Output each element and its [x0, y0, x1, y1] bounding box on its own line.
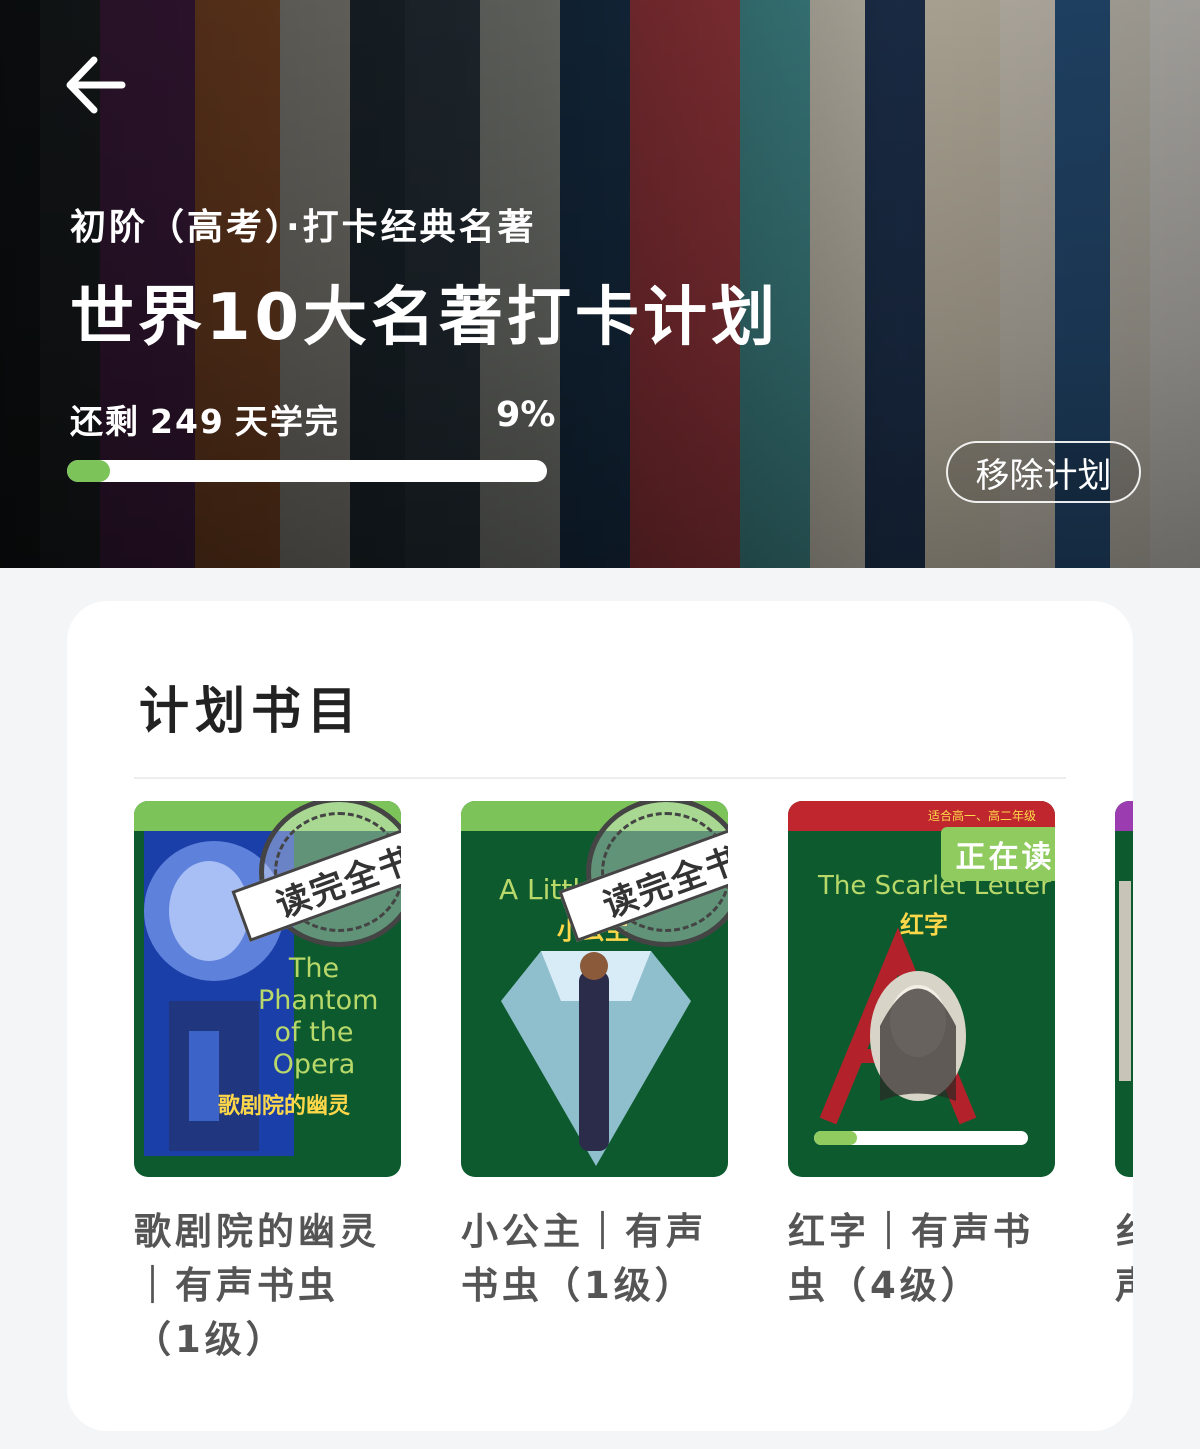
book-title[interactable]: 纟 声 [1115, 1205, 1133, 1313]
plan-title: 世界10大名著打卡计划 [70, 281, 780, 355]
plan-progress-fill [67, 460, 111, 482]
reading-badge: 正在读 [941, 827, 1055, 881]
plan-subtitle: 初阶（高考）·打卡经典名著 [70, 207, 537, 248]
book-item[interactable]: 适合高一、高二年级 The Scarlet Letter 红字 正在读 红字｜有… [788, 801, 1055, 1313]
book-progress-bar [814, 1131, 1028, 1145]
plan-books-card: 计划书目 The Phantom of the Opera 歌剧院的幽灵 读完全… [67, 601, 1133, 1431]
plan-header: 初阶（高考）·打卡经典名著 世界10大名著打卡计划 还剩 249 天学完 9% 移除… [0, 0, 1200, 568]
finished-stamp: 读完全书 [558, 801, 728, 947]
book-cover[interactable]: 适合高一、高二年级 The Scarlet Letter 红字 正在读 [788, 801, 1055, 1177]
plan-progress-bar [67, 460, 547, 482]
cover-en-line: of the [274, 1017, 354, 1048]
remaining-days-value: 249 [150, 402, 225, 441]
cover-chinese-title: 歌剧院的幽灵 [218, 1094, 351, 1119]
cover-english-title: The Phantom of the Opera [258, 953, 379, 1081]
back-button[interactable] [62, 52, 128, 118]
divider [134, 777, 1066, 779]
arrow-left-icon [66, 56, 126, 114]
book-title[interactable]: 红字｜有声书虫（4级） [788, 1205, 1055, 1313]
book-item[interactable]: The Phantom of the Opera 歌剧院的幽灵 读完全书 歌剧院… [134, 801, 401, 1367]
book-title[interactable]: 小公主｜有声书虫（1级） [461, 1205, 728, 1313]
remaining-prefix: 还剩 [70, 402, 140, 441]
section-title: 计划书目 [139, 682, 363, 740]
book-item[interactable]: 纟 声 [1115, 801, 1133, 1313]
finished-stamp: 读完全书 [231, 801, 401, 947]
book-title[interactable]: 歌剧院的幽灵｜有声书虫（1级） [134, 1205, 401, 1367]
cover-art-fragment [1119, 881, 1131, 1081]
cover-en-line: Phantom [258, 985, 379, 1016]
remaining-suffix: 天学完 [234, 402, 340, 441]
cover-en-line: Opera [272, 1049, 356, 1080]
book-cover[interactable]: The Phantom of the Opera 歌剧院的幽灵 读完全书 [134, 801, 401, 1177]
book-item[interactable]: A Little 小公主 读完全书 小公主｜有声书虫（1级） [461, 801, 728, 1313]
cover-top-band [1115, 801, 1133, 831]
cover-en-line: The [288, 953, 340, 984]
book-cover[interactable]: A Little 小公主 读完全书 [461, 801, 728, 1177]
book-progress-fill [814, 1131, 857, 1145]
progress-percent: 9% [496, 395, 556, 435]
book-cover[interactable] [1115, 801, 1133, 1177]
remove-plan-button[interactable]: 移除计划 [946, 441, 1141, 503]
remaining-days-text: 还剩 249 天学完 [70, 395, 340, 443]
